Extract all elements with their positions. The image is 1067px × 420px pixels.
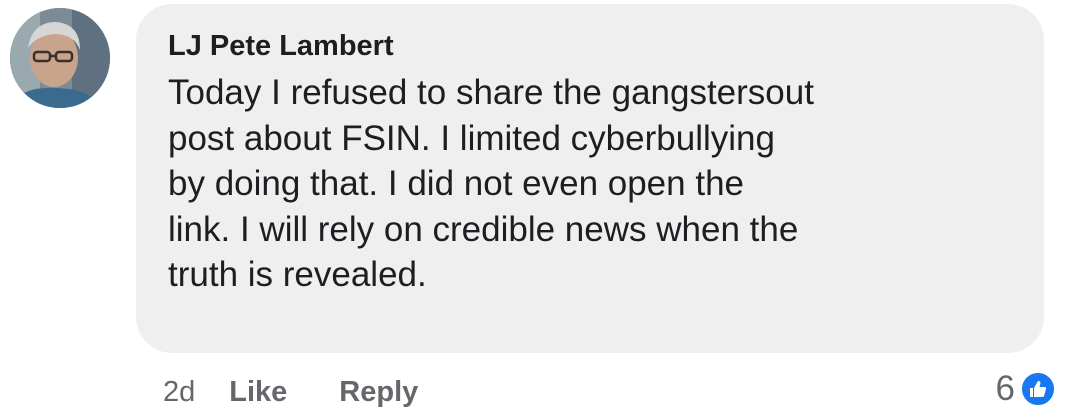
avatar[interactable]	[10, 8, 110, 108]
thumbs-up-icon	[1019, 370, 1057, 408]
comment-text: Today I refused to share the gangstersou…	[168, 73, 814, 294]
comment-age[interactable]: 2d	[163, 376, 195, 409]
reaction-count: 6	[995, 369, 1015, 408]
avatar-photo	[10, 8, 110, 108]
reaction-summary[interactable]: 6	[996, 367, 1057, 411]
reply-button[interactable]: Reply	[339, 376, 418, 409]
comment-container: LJ Pete Lambert Today I refused to share…	[0, 0, 1067, 420]
comment-bubble: LJ Pete Lambert Today I refused to share…	[136, 4, 1044, 353]
comment-author[interactable]: LJ Pete Lambert	[168, 26, 1010, 66]
like-button[interactable]: Like	[229, 376, 287, 409]
comment-actions: 2d Like Reply	[163, 372, 470, 412]
